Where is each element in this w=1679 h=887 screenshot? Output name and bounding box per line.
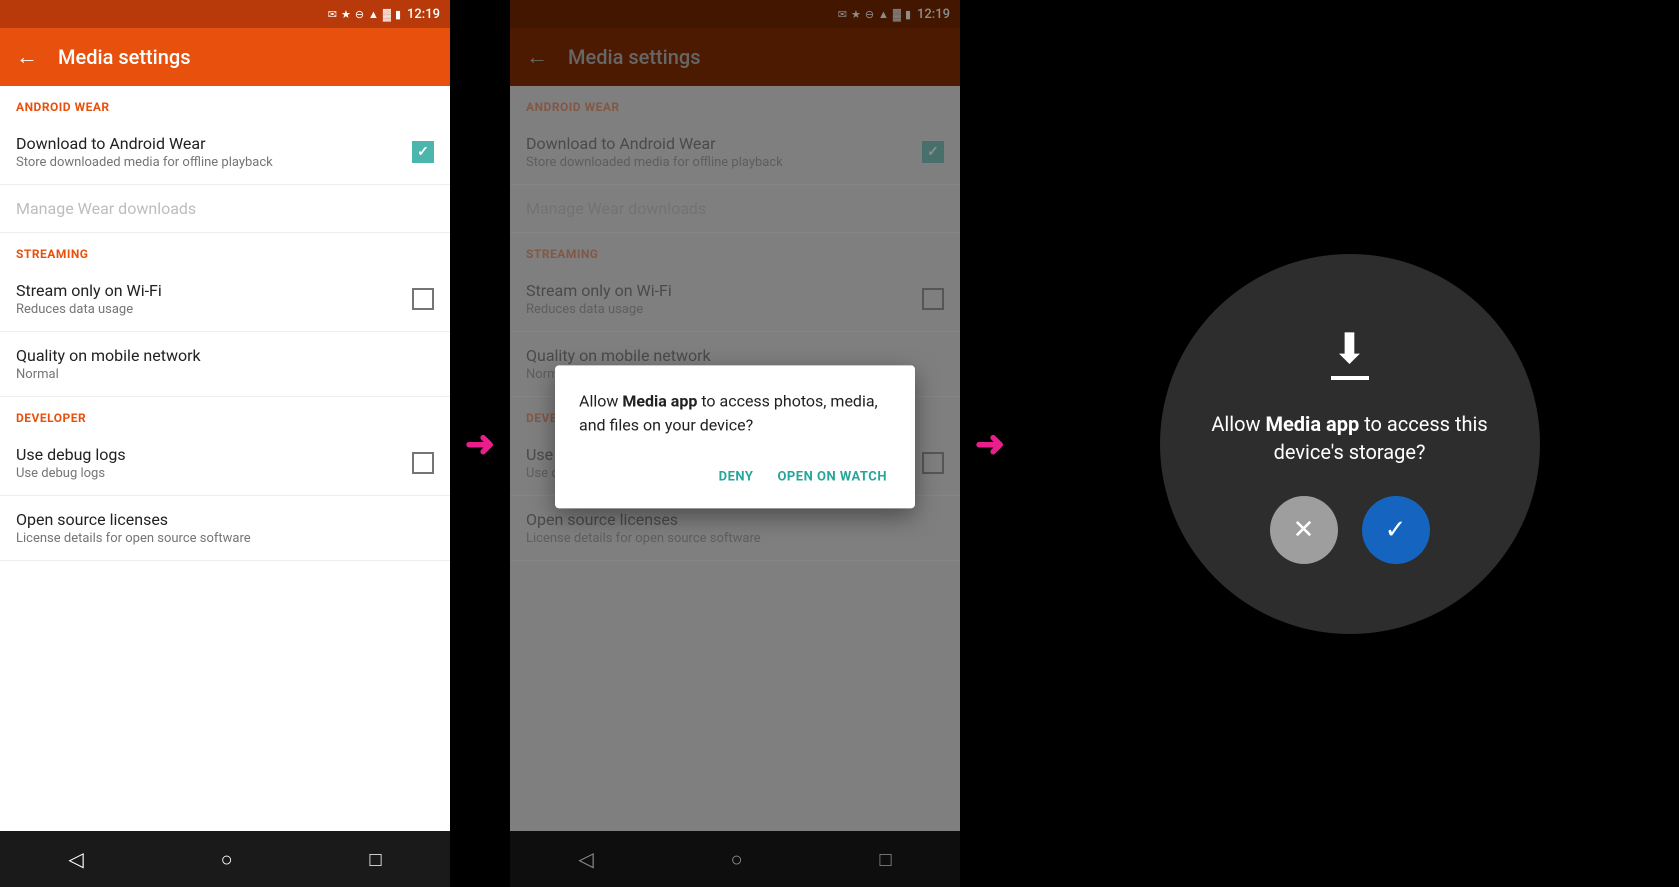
checkbox-stream-2: [922, 288, 944, 310]
status-bar-2: ✉ ★ ⊖ ▲ ▓ ▮ 12:19: [510, 0, 960, 28]
nav-home-1[interactable]: ○: [221, 847, 233, 872]
status-bar-1: ✉ ★ ⊖ ▲ ▓ ▮ 12:19: [0, 0, 450, 28]
app-bar-2: ← Media settings: [510, 28, 960, 86]
checkbox-download-1[interactable]: [412, 141, 434, 163]
setting-title-quality-1: Quality on mobile network: [16, 346, 201, 365]
signal-icon-2: ▓: [893, 8, 901, 21]
section-header-android-wear-1: ANDROID WEAR: [0, 86, 450, 120]
checkbox-debug-2: [922, 452, 944, 474]
app-bar-1: ← Media settings: [0, 28, 450, 86]
phone-panel-1: ✉ ★ ⊖ ▲ ▓ ▮ 12:19 ← Media settings ANDRO…: [0, 0, 450, 887]
settings-content-1: ANDROID WEAR Download to Android Wear St…: [0, 86, 450, 831]
phone-panel-2: Allow Media app to access photos, media,…: [510, 0, 960, 887]
dialog-confirm-button[interactable]: OPEN ON WATCH: [773, 461, 891, 492]
battery-icon: ▮: [395, 8, 401, 21]
arrow-2-container: ➜: [960, 0, 1020, 887]
watch-app-name: Media app: [1265, 412, 1359, 436]
setting-title-debug-1: Use debug logs: [16, 445, 126, 464]
back-button-2[interactable]: ←: [526, 44, 548, 70]
setting-title-manage-1: Manage Wear downloads: [16, 199, 196, 218]
nav-back-1[interactable]: ◁: [68, 847, 83, 871]
setting-title-download-1: Download to Android Wear: [16, 134, 273, 153]
app-bar-title-1: Media settings: [58, 45, 191, 69]
watch-deny-button[interactable]: ✕: [1270, 496, 1338, 564]
wifi-icon: ▲: [368, 8, 379, 21]
watch-confirm-button[interactable]: ✓: [1362, 496, 1430, 564]
mail-icon: ✉: [328, 8, 337, 21]
setting-subtitle-stream-2: Reduces data usage: [526, 302, 672, 317]
wifi-icon-2: ▲: [878, 8, 889, 21]
download-arrow-icon: ⬇: [1332, 324, 1367, 374]
nav-home-2: ○: [731, 847, 743, 872]
setting-title-stream-2: Stream only on Wi-Fi: [526, 281, 672, 300]
permission-dialog[interactable]: Allow Media app to access photos, media,…: [555, 365, 915, 508]
setting-manage-wear-1: Manage Wear downloads: [0, 185, 450, 233]
dialog-deny-button[interactable]: DENY: [715, 461, 758, 492]
setting-stream-wifi-1[interactable]: Stream only on Wi-Fi Reduces data usage: [0, 267, 450, 332]
setting-title-opensource-1: Open source licenses: [16, 510, 251, 529]
setting-download-android-wear-2: Download to Android Wear Store downloade…: [510, 120, 960, 185]
setting-subtitle-quality-1: Normal: [16, 367, 201, 382]
setting-subtitle-opensource-1: License details for open source software: [16, 531, 251, 546]
back-button-1[interactable]: ←: [16, 44, 38, 70]
watch-area: ⬇ Allow Media app to access this device'…: [1020, 0, 1679, 887]
watch-circle: ⬇ Allow Media app to access this device'…: [1160, 254, 1540, 634]
signal-icon: ▓: [383, 8, 391, 21]
minus-circle-icon-2: ⊖: [865, 8, 874, 21]
setting-subtitle-debug-1: Use debug logs: [16, 466, 126, 481]
setting-title-quality-2: Quality on mobile network: [526, 346, 711, 365]
checkbox-download-2: [922, 141, 944, 163]
setting-manage-wear-2: Manage Wear downloads: [510, 185, 960, 233]
setting-opensource-1[interactable]: Open source licenses License details for…: [0, 496, 450, 561]
nav-back-2: ◁: [578, 847, 593, 871]
mail-icon-2: ✉: [838, 8, 847, 21]
nav-bar-2: ◁ ○ □: [510, 831, 960, 887]
watch-buttons: ✕ ✓: [1270, 496, 1430, 564]
setting-title-opensource-2: Open source licenses: [526, 510, 761, 529]
setting-subtitle-stream-1: Reduces data usage: [16, 302, 162, 317]
bluetooth-icon-2: ★: [851, 8, 861, 21]
arrow-1: ➜: [465, 423, 495, 465]
section-header-streaming-2: STREAMING: [510, 233, 960, 267]
setting-download-android-wear-1[interactable]: Download to Android Wear Store downloade…: [0, 120, 450, 185]
watch-confirm-icon: ✓: [1385, 515, 1407, 545]
bluetooth-icon: ★: [341, 8, 351, 21]
nav-recents-2: □: [879, 847, 891, 872]
checkbox-stream-1[interactable]: [412, 288, 434, 310]
setting-subtitle-opensource-2: License details for open source software: [526, 531, 761, 546]
setting-subtitle-download-2: Store downloaded media for offline playb…: [526, 155, 783, 170]
watch-download-icon: ⬇: [1331, 324, 1369, 380]
dialog-message: Allow Media app to access photos, media,…: [579, 389, 891, 437]
section-header-android-wear-2: ANDROID WEAR: [510, 86, 960, 120]
section-header-streaming-1: STREAMING: [0, 233, 450, 267]
setting-subtitle-download-1: Store downloaded media for offline playb…: [16, 155, 273, 170]
battery-icon-2: ▮: [905, 8, 911, 21]
checkbox-debug-1[interactable]: [412, 452, 434, 474]
nav-bar-1: ◁ ○ □: [0, 831, 450, 887]
app-bar-title-2: Media settings: [568, 45, 701, 69]
time-2: 12:19: [917, 7, 950, 22]
status-icons-1: ✉ ★ ⊖ ▲ ▓ ▮: [328, 8, 401, 21]
nav-recents-1[interactable]: □: [369, 847, 381, 872]
time-1: 12:19: [407, 7, 440, 22]
minus-circle-icon: ⊖: [355, 8, 364, 21]
dialog-buttons: DENY OPEN ON WATCH: [579, 461, 891, 492]
watch-deny-icon: ✕: [1293, 515, 1315, 545]
watch-message: Allow Media app to access this device's …: [1200, 410, 1500, 466]
setting-title-download-2: Download to Android Wear: [526, 134, 783, 153]
section-header-developer-1: DEVELOPER: [0, 397, 450, 431]
setting-quality-1[interactable]: Quality on mobile network Normal: [0, 332, 450, 397]
download-line-icon: [1331, 376, 1369, 380]
setting-debug-1[interactable]: Use debug logs Use debug logs: [0, 431, 450, 496]
setting-stream-wifi-2: Stream only on Wi-Fi Reduces data usage: [510, 267, 960, 332]
arrow-1-container: ➜: [450, 0, 510, 887]
dialog-app-name: Media app: [622, 391, 697, 410]
setting-title-stream-1: Stream only on Wi-Fi: [16, 281, 162, 300]
arrow-2: ➜: [975, 423, 1005, 465]
setting-title-manage-2: Manage Wear downloads: [526, 199, 706, 218]
status-icons-2: ✉ ★ ⊖ ▲ ▓ ▮: [838, 8, 911, 21]
